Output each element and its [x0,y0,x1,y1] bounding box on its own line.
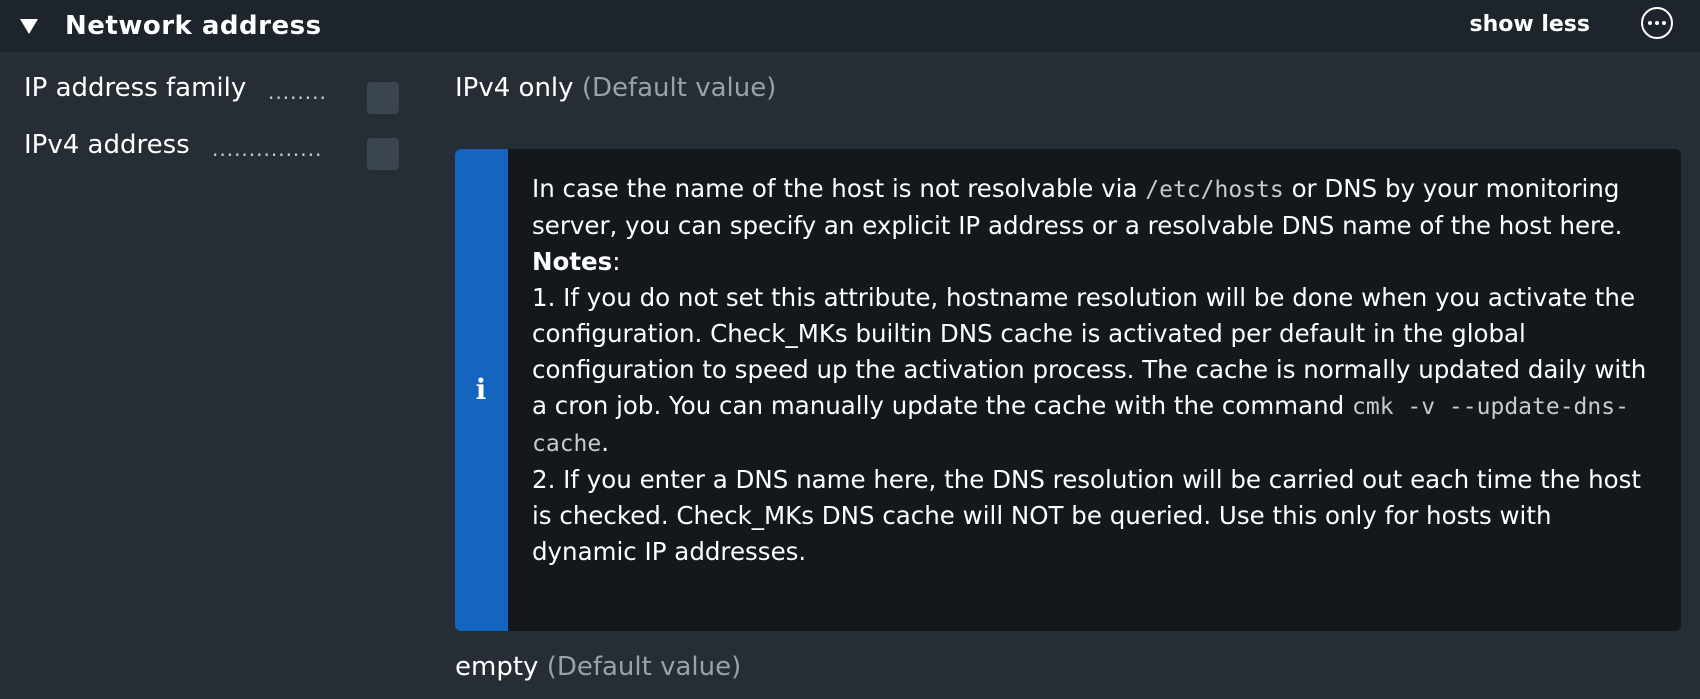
note-1: 1. If you do not set this attribute, hos… [532,283,1647,457]
ipv4-address-label: IPv4 address [24,130,190,160]
hosts-path-code: /etc/hosts [1145,177,1284,203]
notes-heading: Notes: [532,247,621,276]
help-text: In case the name of the host is not reso… [532,171,1662,570]
default-value-note: (Default value) [581,73,777,103]
ip-family-value-text: IPv4 only [455,73,574,103]
ipv4-address-checkbox[interactable] [367,138,399,170]
ip-address-family-label: IP address family [24,73,247,103]
help-intro: In case the name of the host is not reso… [532,174,1623,240]
ip-address-family-value: IPv4 only (Default value) [455,72,776,104]
show-less-link[interactable]: show less [1469,10,1590,40]
help-info-box: i In case the name of the host is not re… [455,149,1681,631]
leader-dots: ............... [212,137,323,161]
ip-address-family-checkbox[interactable] [367,82,399,114]
ipv4-address-value: empty (Default value) [455,651,741,683]
collapse-triangle-icon[interactable] [20,19,38,34]
network-address-section: Network address show less IP address fam… [0,0,1700,699]
ipv4-value-text: empty [455,652,539,682]
section-header[interactable]: Network address show less [0,0,1700,52]
note-2: 2. If you enter a DNS name here, the DNS… [532,465,1641,566]
info-accent-strip: i [455,149,508,631]
info-icon: i [475,373,487,406]
section-title: Network address [65,11,322,41]
leader-dots: ........ [268,80,327,104]
default-value-note: (Default value) [546,652,742,682]
more-options-icon[interactable] [1641,7,1673,39]
